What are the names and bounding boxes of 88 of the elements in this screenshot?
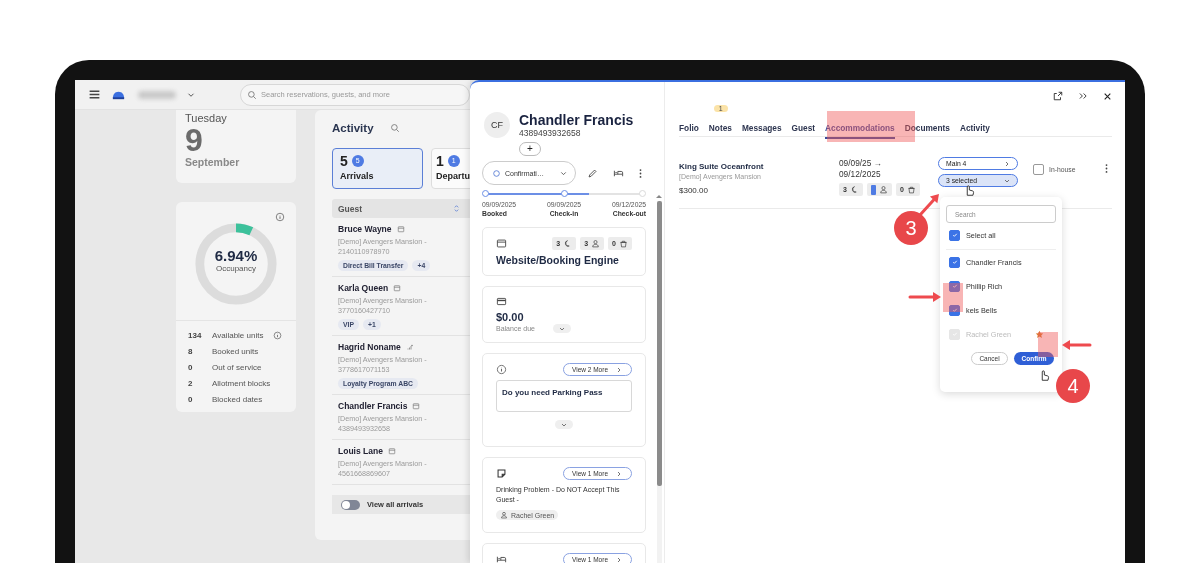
moon-icon [849, 185, 859, 194]
calendar-icon [412, 402, 421, 410]
check-icon [950, 282, 959, 290]
checkbox[interactable] [949, 256, 960, 268]
checkbox[interactable] [1033, 164, 1044, 175]
info-icon[interactable] [273, 331, 283, 340]
tab[interactable]: Activity [959, 123, 990, 139]
highlight-box [1038, 332, 1058, 357]
toggle-switch[interactable] [341, 499, 360, 510]
guest-name[interactable]: Karla Queen [338, 283, 389, 293]
circle-icon [492, 168, 501, 178]
room-name: King Suite Oceanfront [679, 162, 765, 171]
column-label: Guest [338, 203, 363, 214]
checkbox[interactable] [949, 229, 960, 241]
stat-count: 0 [188, 363, 194, 372]
info-icon [496, 364, 507, 375]
stat-label: Allotment blocks [212, 379, 271, 388]
search-icon[interactable] [389, 123, 400, 133]
calendar-icon [396, 225, 405, 233]
scroll-up-icon[interactable] [656, 195, 662, 198]
month-label: September [185, 156, 241, 168]
tab[interactable]: Guest [791, 123, 816, 139]
stat-label: Booked units [212, 347, 259, 356]
avatar: CF [484, 112, 510, 138]
stat-label: Out of service [212, 363, 262, 372]
guest-name[interactable]: Chandler Francis [338, 401, 408, 411]
bag-icon [906, 185, 916, 194]
pencil-icon[interactable] [587, 167, 598, 179]
stat-label: Blocked dates [212, 395, 263, 404]
stat-count: 134 [188, 331, 203, 340]
tab[interactable]: Messages [741, 123, 782, 139]
calendar-icon [393, 284, 402, 292]
tab[interactable]: Documents [904, 123, 950, 139]
stat-label: Available units [212, 331, 264, 340]
occupancy-label: Occupancy [215, 264, 257, 273]
menu-icon[interactable] [88, 88, 101, 101]
highlight-box [943, 283, 963, 312]
external-link-icon[interactable] [1053, 91, 1063, 101]
checkbox[interactable] [949, 304, 960, 316]
add-button[interactable]: + [519, 142, 541, 156]
day-number: 9 [185, 124, 203, 156]
chevron-right-icon [615, 365, 623, 374]
panel-title: Activity [332, 122, 374, 134]
bed-icon [496, 554, 507, 563]
checkbox[interactable] [949, 280, 960, 292]
info-icon[interactable] [275, 212, 285, 222]
tab[interactable]: Notes [708, 123, 732, 139]
guest-name[interactable]: Hagrid Noname [338, 342, 401, 352]
expand-button[interactable] [555, 420, 573, 429]
stat-count: 8 [188, 347, 194, 356]
close-icon[interactable] [1103, 91, 1112, 101]
person-icon [878, 185, 888, 194]
double-chevron-icon[interactable] [1078, 91, 1088, 101]
guest-name[interactable]: Bruce Wayne [338, 224, 392, 234]
card-icon [496, 296, 507, 307]
note-icon [496, 468, 507, 479]
weekday-label: Tuesday [185, 112, 228, 124]
pointer-arrow [1062, 340, 1092, 350]
question-field: Do you need Parking Pass [496, 380, 632, 412]
search-icon [247, 89, 257, 100]
calendar-icon [387, 447, 396, 455]
check-icon [950, 258, 959, 266]
check-icon [950, 306, 959, 314]
balance-amount: $0.00 [496, 311, 525, 323]
source-title: Website/Booking Engine [496, 254, 620, 266]
occupancy-value: 6.94% [213, 247, 259, 264]
pointer-arrow [908, 292, 941, 302]
scrollbar-thumb[interactable] [656, 201, 662, 486]
room-price: $300.00 [679, 186, 709, 195]
redacted-text [138, 90, 176, 99]
tab[interactable]: Folio [679, 123, 699, 139]
phone-number: 4389493932658 [519, 128, 582, 138]
pointer-arrow [918, 194, 939, 217]
person-icon [591, 239, 601, 248]
person-icon [500, 511, 508, 519]
chevron-right-icon [615, 555, 623, 563]
departure-date: 09/12/2025 [839, 169, 882, 180]
chevron-right-icon [615, 469, 623, 478]
bars-icon [405, 343, 414, 351]
arrival-date: 09/09/25 → [839, 158, 883, 169]
reservation-guest-name: Chandler Francis [519, 112, 634, 128]
stat-count: 0 [188, 395, 194, 404]
guest-name[interactable]: Louis Lane [338, 446, 383, 456]
browser-icon [496, 238, 507, 249]
chevron-right-icon [1003, 159, 1011, 168]
check-icon [950, 231, 959, 239]
stat-count: 2 [188, 379, 194, 388]
bag-icon [619, 239, 628, 248]
